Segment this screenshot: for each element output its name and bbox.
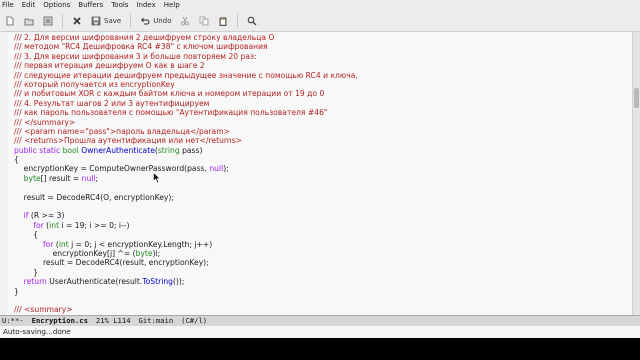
code-line[interactable]: /// <param name="pass">пароль владельца<… xyxy=(14,127,358,136)
code-line[interactable]: result = DecodeRC4(result, encryptionKey… xyxy=(14,258,358,267)
code-line[interactable]: /// </summary> xyxy=(14,118,358,127)
code-line[interactable]: encryptionKey[j] ^= (byte)i; xyxy=(14,249,358,258)
code-line[interactable]: /// следующие итерации дешифруем предыду… xyxy=(14,71,358,80)
undo-icon xyxy=(141,17,150,25)
major-mode[interactable]: (C#/l) xyxy=(181,316,207,326)
code-line[interactable]: byte[] result = null; xyxy=(14,174,358,183)
copy-button[interactable] xyxy=(199,14,209,28)
code-line[interactable]: result = DecodeRC4(O, encryptionKey); xyxy=(14,193,358,202)
code-line[interactable]: /// 4. Результат шагов 2 или 3 аутентифи… xyxy=(14,99,358,108)
echo-area: Auto-saving...done xyxy=(0,326,640,338)
emacs-window: File Edit Options Buffers Tools Index He… xyxy=(0,0,640,338)
code-line[interactable]: /// методом "RC4 Дешифровка RC4 #38" с к… xyxy=(14,42,358,51)
toolbar: Save Undo xyxy=(0,10,640,32)
code-line[interactable]: /// <summary> xyxy=(14,305,358,314)
code-line[interactable]: encryptionKey = ComputeOwnerPassword(pas… xyxy=(14,164,358,173)
menu-edit[interactable]: Edit xyxy=(22,0,36,10)
buffer-flags: U:**- xyxy=(2,316,24,325)
save-label: Save xyxy=(104,16,122,25)
code-line[interactable]: { xyxy=(14,230,358,239)
vcs-branch[interactable]: Git:main xyxy=(139,316,174,326)
menu-buffers[interactable]: Buffers xyxy=(78,0,103,10)
menu-help[interactable]: Help xyxy=(164,0,180,10)
directory-icon xyxy=(43,16,53,25)
code-line[interactable]: /// как пароль пользователя с помощью "А… xyxy=(14,108,358,117)
toolbar-separator xyxy=(130,13,132,28)
vertical-scrollbar[interactable] xyxy=(632,32,640,315)
toolbar-separator xyxy=(237,13,239,28)
menu-tools[interactable]: Tools xyxy=(111,0,128,10)
undo-label: Undo xyxy=(153,16,172,25)
copy-icon xyxy=(200,16,209,25)
code-line[interactable]: for (int j = 0; j < encryptionKey.Length… xyxy=(14,240,358,249)
scrollbar-thumb[interactable] xyxy=(634,88,639,108)
close-buffer-button[interactable] xyxy=(72,14,82,28)
cut-icon xyxy=(181,16,190,25)
search-icon xyxy=(248,16,257,25)
close-icon xyxy=(73,16,81,25)
paste-button[interactable] xyxy=(218,14,228,28)
code-line[interactable]: } xyxy=(14,268,358,277)
code-buffer[interactable]: /// 2. Для версии шифрования 2 дешифруем… xyxy=(14,33,358,315)
mouse-pointer-icon xyxy=(153,172,161,184)
code-line[interactable]: if (R >= 3) xyxy=(14,211,358,220)
code-line[interactable] xyxy=(14,183,358,192)
code-line[interactable] xyxy=(14,202,358,211)
code-line[interactable]: { xyxy=(14,155,358,164)
paste-icon xyxy=(220,16,227,26)
code-line[interactable]: } xyxy=(14,287,358,296)
open-folder-icon xyxy=(24,18,34,25)
code-line[interactable]: /// который получается из encryptionKey xyxy=(14,80,358,89)
menu-bar: File Edit Options Buffers Tools Index He… xyxy=(0,0,640,10)
new-file-button[interactable] xyxy=(5,14,15,28)
undo-button[interactable]: Undo xyxy=(140,14,171,28)
save-icon xyxy=(91,16,101,25)
code-line[interactable]: /// и побитовым XOR с каждым байтом ключ… xyxy=(14,89,358,98)
open-file-button[interactable] xyxy=(24,14,34,28)
code-line[interactable]: return UserAuthenticate(result.ToString(… xyxy=(14,277,358,286)
left-fringe xyxy=(0,32,8,315)
buffer-name[interactable]: Encryption.cs xyxy=(32,316,88,326)
toolbar-separator xyxy=(62,13,63,28)
save-button[interactable]: Save xyxy=(91,14,121,28)
code-line[interactable]: /// <returns>Прошла аутентификация или н… xyxy=(14,136,358,145)
menu-index[interactable]: Index xyxy=(136,0,155,10)
mode-line: U:**- Encryption.cs 21% L114 Git:main (C… xyxy=(0,315,640,326)
code-line[interactable]: public static bool OwnerAuthenticate(str… xyxy=(14,146,358,155)
editor-pane[interactable]: /// 2. Для версии шифрования 2 дешифруем… xyxy=(0,32,632,315)
code-line[interactable]: /// 2. Для версии шифрования 2 дешифруем… xyxy=(14,33,358,42)
menu-options[interactable]: Options xyxy=(43,0,70,10)
dired-button[interactable] xyxy=(43,14,53,28)
search-button[interactable] xyxy=(247,14,257,28)
code-line[interactable]: /// 3. Для версии шифрования 3 и больше … xyxy=(14,52,358,61)
code-line[interactable]: for (int i = 19; i >= 0; i--) xyxy=(14,221,358,230)
code-line[interactable] xyxy=(14,296,358,305)
new-file-icon xyxy=(6,16,14,25)
code-line[interactable]: /// первая итерация дешифруем O как в ша… xyxy=(14,61,358,70)
buffer-position: 21% L114 xyxy=(95,316,131,325)
menu-file[interactable]: File xyxy=(2,0,14,10)
cut-button[interactable] xyxy=(180,14,190,28)
